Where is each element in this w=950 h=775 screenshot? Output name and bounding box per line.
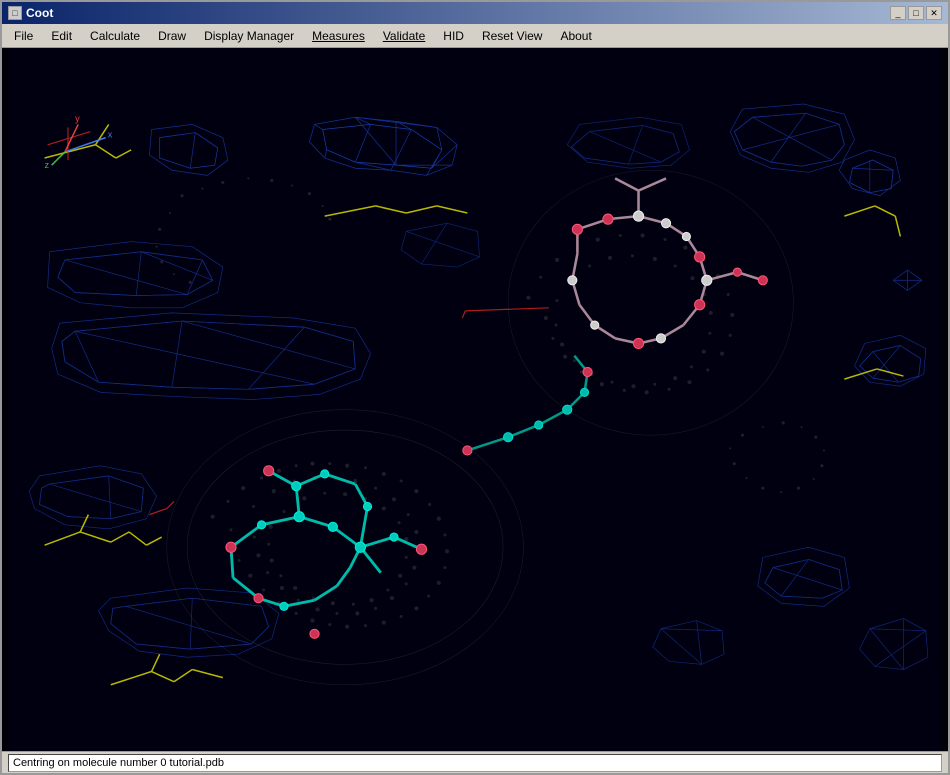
window-icon: □ [8,6,22,20]
maximize-button[interactable]: □ [908,6,924,20]
close-button[interactable]: ✕ [926,6,942,20]
status-text: Centring on molecule number 0 tutorial.p… [8,754,942,772]
svg-text:z: z [45,160,50,170]
menu-validate[interactable]: Validate [375,27,433,45]
menu-calculate[interactable]: Calculate [82,27,148,45]
titlebar-controls: _ □ ✕ [890,6,942,20]
titlebar: □ Coot _ □ ✕ [2,2,948,24]
menubar: File Edit Calculate Draw Display Manager… [2,24,948,48]
titlebar-left: □ Coot [8,6,53,20]
viewport[interactable]: x y z [2,48,948,751]
svg-text:x: x [108,130,113,140]
menu-display-manager[interactable]: Display Manager [196,27,302,45]
menu-reset-view[interactable]: Reset View [474,27,550,45]
menu-measures[interactable]: Measures [304,27,373,45]
minimize-button[interactable]: _ [890,6,906,20]
svg-text:y: y [75,113,80,123]
main-window: □ Coot _ □ ✕ File Edit Calculate Draw Di… [0,0,950,775]
window-title: Coot [26,6,53,20]
menu-file[interactable]: File [6,27,41,45]
menu-hid[interactable]: HID [435,27,472,45]
statusbar: Centring on molecule number 0 tutorial.p… [2,751,948,773]
menu-edit[interactable]: Edit [43,27,80,45]
menu-about[interactable]: About [552,27,599,45]
molecular-scene: x y z [2,48,948,751]
menu-draw[interactable]: Draw [150,27,194,45]
